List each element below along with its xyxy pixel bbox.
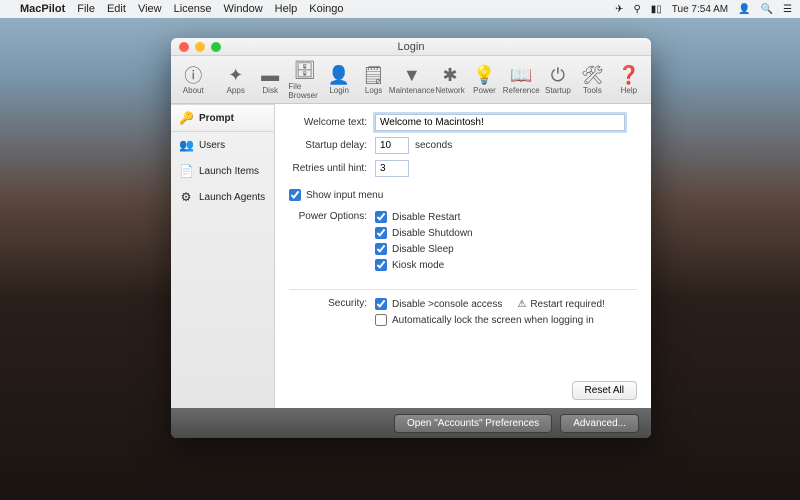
- briefcase-icon: 🗄: [293, 60, 316, 82]
- menubar-right: ✈ ⚲ ▮▯ Tue 7:54 AM 👤 🔍 ☰: [615, 4, 792, 15]
- battery-icon[interactable]: ▮▯: [651, 4, 662, 15]
- wifi-icon[interactable]: ⚲: [633, 4, 640, 15]
- users-icon: 👥: [179, 138, 193, 152]
- apps-icon: ✦: [228, 64, 243, 86]
- document-icon: 🗒: [362, 64, 385, 86]
- app-window: Login ⓘAbout ✦Apps ▬Disk 🗄File Browser 👤…: [171, 38, 651, 438]
- menu-file[interactable]: File: [77, 3, 95, 15]
- window-title: Login: [171, 41, 651, 53]
- key-icon: 🔑: [179, 111, 193, 125]
- startup-delay-input[interactable]: [375, 137, 409, 154]
- warning-icon: ⚠: [517, 299, 526, 310]
- toolbar-logs[interactable]: 🗒Logs: [357, 64, 389, 95]
- show-input-menu-label: Show input menu: [306, 190, 383, 201]
- show-input-menu-checkbox[interactable]: [289, 189, 301, 201]
- menu-help[interactable]: Help: [275, 3, 298, 15]
- open-accounts-button[interactable]: Open "Accounts" Preferences: [394, 414, 552, 433]
- menu-license[interactable]: License: [174, 3, 212, 15]
- menu-view[interactable]: View: [138, 3, 162, 15]
- titlebar[interactable]: Login: [171, 38, 651, 56]
- retries-input[interactable]: [375, 160, 409, 177]
- person-icon: 👤: [328, 64, 350, 86]
- toolbar-startup[interactable]: ⏻Startup: [542, 64, 574, 95]
- page-icon: 📄: [179, 164, 193, 178]
- toolbar-power[interactable]: 💡Power: [468, 64, 500, 95]
- toolbar: ⓘAbout ✦Apps ▬Disk 🗄File Browser 👤Login …: [171, 56, 651, 104]
- sidebar-item-prompt[interactable]: 🔑 Prompt: [171, 104, 274, 132]
- sidebar: 🔑 Prompt 👥 Users 📄 Launch Items ⚙ Launch Age…: [171, 104, 275, 408]
- app-menu[interactable]: MacPilot: [20, 3, 65, 15]
- close-button[interactable]: [179, 42, 189, 52]
- disable-sleep-checkbox[interactable]: [375, 243, 387, 255]
- sidebar-item-label: Launch Items: [199, 166, 259, 177]
- content-pane: Welcome text: Startup delay: seconds Ret…: [275, 104, 651, 408]
- sidebar-item-launch-items[interactable]: 📄 Launch Items: [171, 158, 274, 184]
- kiosk-mode-checkbox[interactable]: [375, 259, 387, 271]
- disable-restart-label: Disable Restart: [392, 212, 460, 223]
- security-label: Security:: [289, 298, 375, 309]
- seconds-label: seconds: [415, 140, 452, 151]
- retries-label: Retries until hint:: [289, 163, 375, 174]
- user-icon[interactable]: 👤: [738, 4, 750, 15]
- welcome-text-input[interactable]: [375, 114, 625, 131]
- search-icon[interactable]: 🔍: [761, 4, 773, 15]
- kiosk-mode-label: Kiosk mode: [392, 260, 444, 271]
- menu-icon[interactable]: ☰: [783, 4, 792, 15]
- auto-lock-checkbox[interactable]: [375, 314, 387, 326]
- sidebar-item-label: Prompt: [199, 113, 234, 124]
- menu-koingo[interactable]: Koingo: [309, 3, 343, 15]
- advanced-button[interactable]: Advanced...: [560, 414, 639, 433]
- globe-icon: ✱: [443, 64, 458, 86]
- bulb-icon: 💡: [473, 64, 495, 86]
- toolbar-tools[interactable]: 🛠Tools: [576, 64, 608, 95]
- toolbar-help[interactable]: ❓Help: [613, 64, 645, 95]
- disable-restart-checkbox[interactable]: [375, 211, 387, 223]
- toolbar-maintenance[interactable]: ▼Maintenance: [392, 64, 432, 95]
- reset-all-button[interactable]: Reset All: [572, 381, 637, 400]
- sidebar-item-label: Users: [199, 140, 225, 151]
- auto-lock-label: Automatically lock the screen when loggi…: [392, 315, 594, 326]
- toolbar-disk[interactable]: ▬Disk: [254, 64, 286, 95]
- sidebar-item-label: Launch Agents: [199, 192, 265, 203]
- tools-icon: 🛠: [581, 64, 604, 86]
- funnel-icon: ▼: [403, 64, 421, 86]
- startup-delay-label: Startup delay:: [289, 140, 375, 151]
- menu-edit[interactable]: Edit: [107, 3, 126, 15]
- restart-required-warning: ⚠Restart required!: [517, 299, 604, 310]
- clock[interactable]: Tue 7:54 AM: [672, 4, 728, 15]
- disable-sleep-label: Disable Sleep: [392, 244, 454, 255]
- book-icon: 📖: [510, 64, 532, 86]
- minimize-button[interactable]: [195, 42, 205, 52]
- toolbar-about[interactable]: ⓘAbout: [177, 64, 209, 95]
- welcome-label: Welcome text:: [289, 117, 375, 128]
- help-icon: ❓: [618, 64, 640, 86]
- toolbar-apps[interactable]: ✦Apps: [219, 64, 251, 95]
- power-options-label: Power Options:: [289, 211, 375, 222]
- play-icon: ⏻: [551, 64, 565, 86]
- disable-console-label: Disable >console access: [392, 299, 502, 310]
- sidebar-item-users[interactable]: 👥 Users: [171, 132, 274, 158]
- gear-icon: ⚙: [179, 190, 193, 204]
- toolbar-network[interactable]: ✱Network: [434, 64, 466, 95]
- sidebar-item-launch-agents[interactable]: ⚙ Launch Agents: [171, 184, 274, 210]
- toolbar-reference[interactable]: 📖Reference: [503, 64, 540, 95]
- menubar: MacPilot File Edit View License Window H…: [0, 0, 800, 18]
- zoom-button[interactable]: [211, 42, 221, 52]
- disk-icon: ▬: [261, 64, 279, 86]
- toolbar-file-browser[interactable]: 🗄File Browser: [288, 60, 320, 100]
- info-icon: ⓘ: [184, 64, 202, 86]
- disable-shutdown-checkbox[interactable]: [375, 227, 387, 239]
- divider: [289, 289, 637, 290]
- disable-shutdown-label: Disable Shutdown: [392, 228, 473, 239]
- menu-window[interactable]: Window: [224, 3, 263, 15]
- disable-console-checkbox[interactable]: [375, 298, 387, 310]
- toolbar-login[interactable]: 👤Login: [323, 64, 355, 95]
- location-icon[interactable]: ✈: [615, 4, 623, 15]
- footer: Open "Accounts" Preferences Advanced...: [171, 408, 651, 438]
